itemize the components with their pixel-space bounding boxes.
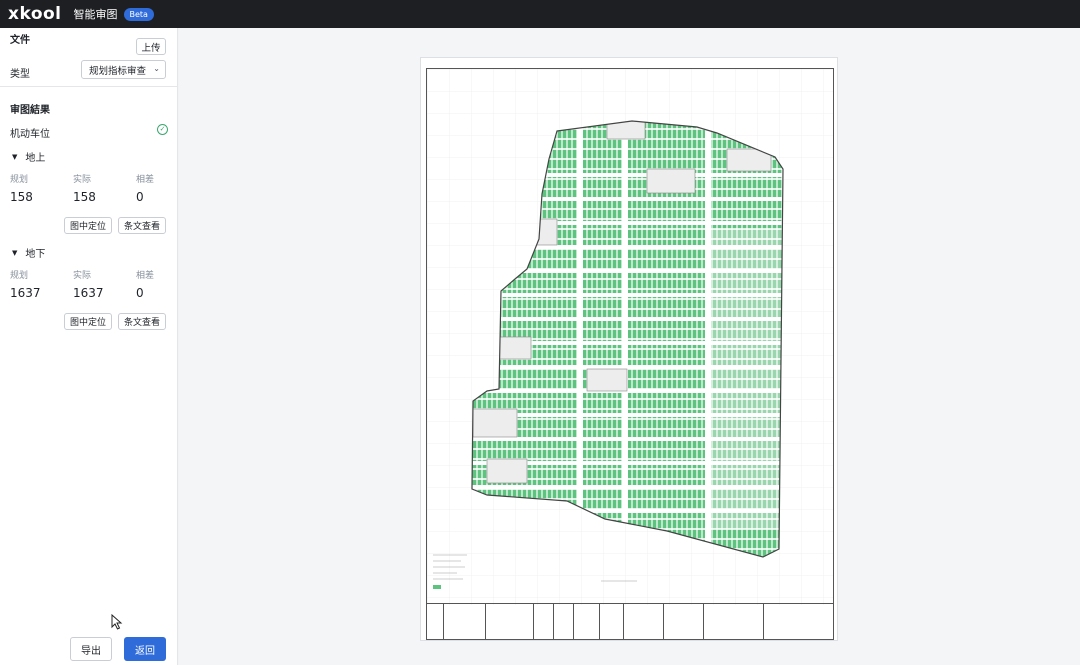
- section-toggle-above[interactable]: ▼ 地上: [12, 149, 46, 165]
- check-circle-icon: ✓: [157, 124, 168, 135]
- section-toggle-underground[interactable]: ▼ 地下: [12, 245, 46, 261]
- caret-down-icon: ▼: [12, 248, 18, 257]
- difference-header: 相差: [136, 271, 155, 281]
- planned-value: 1637: [10, 286, 41, 300]
- export-button[interactable]: 导出: [70, 637, 112, 661]
- clause-view-button[interactable]: 条文查看: [118, 313, 166, 330]
- difference-value: 0: [136, 286, 144, 300]
- app-logo[interactable]: xkool: [8, 0, 62, 28]
- category-label: 机动车位: [10, 129, 50, 140]
- difference-value: 0: [136, 190, 144, 204]
- title-block: [427, 603, 833, 639]
- divider: [0, 86, 178, 87]
- locate-button[interactable]: 图中定位: [64, 217, 112, 234]
- section-title: 地下: [25, 249, 46, 260]
- caret-down-icon: ▼: [12, 152, 18, 161]
- floor-plan: [427, 69, 833, 605]
- beta-badge: Beta: [123, 7, 154, 21]
- actual-value: 1637: [73, 286, 104, 300]
- results-label: 审图結果: [10, 105, 50, 116]
- chevron-down-icon: ⌄: [153, 64, 160, 73]
- locate-button[interactable]: 图中定位: [64, 313, 112, 330]
- mouse-cursor-icon: [111, 614, 123, 630]
- type-select[interactable]: 规划指标审查 ⌄: [81, 60, 166, 79]
- actual-header: 实际: [73, 175, 92, 185]
- drawing-sheet[interactable]: [420, 57, 838, 641]
- app-title: 智能审图: [73, 8, 118, 21]
- sidebar: 文件 上传 类型 规划指标审查 ⌄ 审图結果 机动车位 ✓ ▼ 地上 规划 实际…: [0, 28, 178, 665]
- clause-view-button[interactable]: 条文查看: [118, 217, 166, 234]
- planned-header: 规划: [10, 271, 29, 281]
- back-button[interactable]: 返回: [124, 637, 166, 661]
- type-label: 类型: [10, 69, 30, 80]
- top-bar: xkool 智能审图 Beta: [0, 0, 1080, 28]
- type-select-value: 规划指标审查: [89, 65, 147, 77]
- planned-header: 规划: [10, 175, 29, 185]
- drawing-frame: [426, 68, 834, 640]
- file-label: 文件: [10, 34, 30, 46]
- upload-button[interactable]: 上传: [136, 38, 166, 55]
- planned-value: 158: [10, 190, 33, 204]
- section-title: 地上: [25, 153, 46, 164]
- actual-header: 实际: [73, 271, 92, 281]
- difference-header: 相差: [136, 175, 155, 185]
- actual-value: 158: [73, 190, 96, 204]
